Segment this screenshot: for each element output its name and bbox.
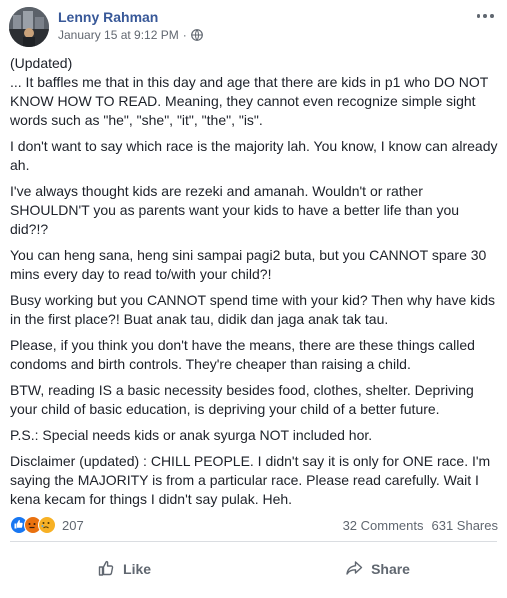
post-paragraph: (Updated) xyxy=(10,55,73,71)
post-paragraph: Disclaimer (updated) : CHILL PEOPLE. I d… xyxy=(10,453,491,507)
post-meta: January 15 at 9:12 PM · xyxy=(58,28,203,42)
shares-count[interactable]: 631 Shares xyxy=(432,518,499,533)
comments-count[interactable]: 32 Comments xyxy=(343,518,424,533)
reaction-count[interactable]: 207 xyxy=(62,518,84,533)
like-label: Like xyxy=(123,561,152,577)
reaction-icons xyxy=(10,516,56,534)
reactions-summary[interactable]: 207 xyxy=(10,516,84,534)
post-body: (Updated) ... It baffles me that in this… xyxy=(10,54,498,516)
post-paragraph: Please, if you think you don't have the … xyxy=(10,337,475,372)
post-paragraph: Busy working but you CANNOT spend time w… xyxy=(10,292,496,327)
share-arrow-icon xyxy=(345,559,363,580)
post-paragraph: P.S.: Special needs kids or anak syurga … xyxy=(10,427,373,443)
post-paragraph: BTW, reading IS a basic necessity beside… xyxy=(10,382,474,417)
post-paragraph: ... It baffles me that in this day and a… xyxy=(10,74,489,128)
more-options-icon[interactable] xyxy=(475,8,495,24)
timestamp[interactable]: January 15 at 9:12 PM xyxy=(58,28,179,42)
post-paragraph: You can heng sana, heng sini sampai pagi… xyxy=(10,247,487,282)
author-name[interactable]: Lenny Rahman xyxy=(58,9,158,25)
thumbs-up-icon xyxy=(97,559,115,580)
post-paragraph: I don't want to say which race is the ma… xyxy=(10,138,498,173)
avatar[interactable] xyxy=(9,7,49,47)
sad-icon xyxy=(38,516,56,534)
post-card: Lenny Rahman January 15 at 9:12 PM · (Up… xyxy=(0,0,507,598)
post-paragraph: I've always thought kids are rezeki and … xyxy=(10,183,460,237)
meta-separator: · xyxy=(182,28,187,42)
divider xyxy=(10,541,497,542)
action-bar: Like Share xyxy=(0,549,507,589)
globe-icon xyxy=(190,29,203,41)
engagement-counts: 32 Comments 631 Shares xyxy=(343,518,498,533)
like-button[interactable]: Like xyxy=(57,553,191,586)
share-button[interactable]: Share xyxy=(305,553,450,586)
share-label: Share xyxy=(371,561,410,577)
